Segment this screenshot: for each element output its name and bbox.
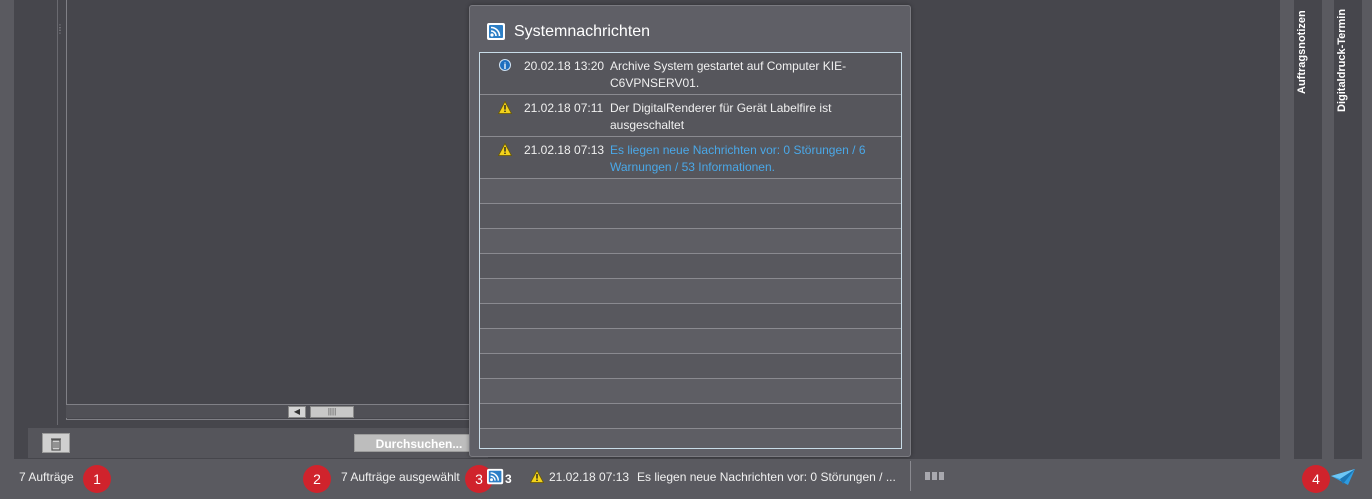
send-paper-plane-icon[interactable] bbox=[1330, 467, 1356, 487]
empty-row bbox=[480, 379, 901, 404]
status-bar: 7 Aufträge 1 2 7 Aufträge ausgewählt 3 3… bbox=[0, 459, 1372, 499]
message-time: 21.02.18 07:11 bbox=[524, 101, 604, 115]
warning-icon bbox=[498, 101, 512, 114]
popup-header: Systemnachrichten bbox=[486, 20, 650, 44]
tab-digital-print-schedule-label: Digitaldruck-Termin bbox=[1336, 8, 1348, 112]
status-divider bbox=[910, 461, 911, 491]
empty-row bbox=[480, 204, 901, 229]
tab-job-notes[interactable]: Auftragsnotizen bbox=[1294, 0, 1322, 459]
horizontal-scrollbar[interactable]: ◀ |||| bbox=[66, 404, 486, 418]
scroll-thumb[interactable]: |||| bbox=[310, 406, 354, 418]
empty-row bbox=[480, 279, 901, 304]
empty-row bbox=[480, 179, 901, 204]
empty-row bbox=[480, 329, 901, 354]
popup-title: Systemnachrichten bbox=[514, 23, 651, 40]
empty-row bbox=[480, 404, 901, 429]
messages-table[interactable]: i 20.02.18 13:20 Archive System gestarte… bbox=[479, 52, 902, 449]
warning-icon bbox=[498, 143, 512, 156]
message-row[interactable]: i 20.02.18 13:20 Archive System gestarte… bbox=[480, 53, 901, 95]
empty-row bbox=[480, 429, 901, 448]
tab-digital-print-schedule[interactable]: Digitaldruck-Termin bbox=[1334, 0, 1362, 459]
message-time: 21.02.18 07:13 bbox=[524, 143, 605, 157]
message-time: 20.02.18 13:20 bbox=[524, 59, 605, 73]
empty-row bbox=[480, 304, 901, 329]
info-icon: i bbox=[499, 59, 511, 71]
message-text: Archive System gestartet auf Computer KI… bbox=[610, 59, 847, 90]
left-strip bbox=[0, 0, 14, 459]
empty-row bbox=[480, 254, 901, 279]
message-row[interactable]: 21.02.18 07:11 Der DigitalRenderer für G… bbox=[480, 95, 901, 137]
system-messages-popup: Systemnachrichten i 20.02.18 13:20 Archi… bbox=[469, 5, 911, 457]
last-message-text[interactable]: Es liegen neue Nachrichten vor: 0 Störun… bbox=[637, 470, 902, 484]
trash-button[interactable] bbox=[42, 433, 70, 453]
splitter-grip-icon[interactable]: ⋮ ⋮ bbox=[56, 24, 64, 35]
vertical-splitter[interactable] bbox=[50, 0, 58, 425]
trash-icon bbox=[51, 438, 61, 451]
callout-badge-4: 4 bbox=[1302, 465, 1330, 493]
empty-row bbox=[480, 229, 901, 254]
warning-icon bbox=[530, 470, 544, 483]
callout-badge-2: 2 bbox=[303, 465, 331, 493]
selected-count: 7 Aufträge ausgewählt bbox=[341, 470, 460, 484]
browse-button[interactable]: Durchsuchen... bbox=[354, 434, 484, 452]
list-toolbar: Durchsuchen... bbox=[28, 428, 488, 458]
empty-row bbox=[480, 354, 901, 379]
message-link[interactable]: Es liegen neue Nachrichten vor: 0 Störun… bbox=[610, 142, 901, 178]
progress-indicator bbox=[925, 472, 944, 480]
message-row[interactable]: 21.02.18 07:13 Es liegen neue Nachrichte… bbox=[480, 137, 901, 179]
tab-job-notes-label: Auftragsnotizen bbox=[1296, 10, 1308, 94]
scroll-left-icon[interactable]: ◀ bbox=[288, 406, 306, 418]
messages-rss-icon[interactable] bbox=[486, 468, 506, 486]
message-count: 3 bbox=[505, 472, 512, 486]
last-message-time: 21.02.18 07:13 bbox=[549, 470, 630, 484]
order-count: 7 Aufträge bbox=[19, 470, 74, 484]
callout-badge-1: 1 bbox=[83, 465, 111, 493]
message-text: Der DigitalRenderer für Gerät Labelfire … bbox=[610, 101, 832, 132]
rss-icon bbox=[487, 23, 505, 40]
job-list[interactable] bbox=[66, 0, 486, 420]
